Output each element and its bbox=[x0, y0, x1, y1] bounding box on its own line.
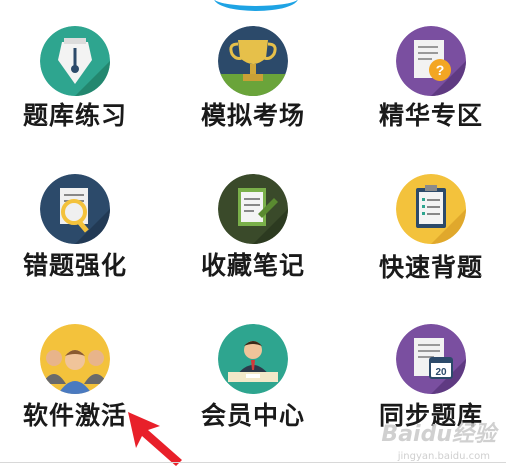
menu-item-mock-exam[interactable]: 模拟考场 bbox=[178, 26, 328, 176]
watermark-url: jingyan.baidu.com bbox=[397, 451, 490, 462]
menu-item-quick-review[interactable]: 快速背题 bbox=[356, 174, 506, 324]
menu-item-label: 会员中心 bbox=[200, 401, 305, 430]
menu-item-label: 题库练习 bbox=[22, 101, 127, 130]
calendar-day-number: 20 bbox=[435, 367, 447, 378]
menu-item-mistakes[interactable]: 错题强化 bbox=[0, 174, 150, 324]
watermark-logo: Baidu经验 bbox=[381, 422, 496, 447]
menu-item-label: 快速背题 bbox=[378, 253, 483, 282]
clipboard-checklist-icon bbox=[396, 174, 466, 244]
question-document-icon: ? bbox=[396, 26, 466, 96]
svg-text:?: ? bbox=[436, 62, 445, 78]
trophy-icon bbox=[218, 26, 288, 96]
menu-item-highlights[interactable]: ? 精华专区 bbox=[356, 26, 506, 176]
menu-item-member-center[interactable]: 会员中心 bbox=[178, 324, 328, 474]
feature-grid: 题库练习 模拟考场 ? 精华专区 错题强化 收藏笔记 快速背题 软件激活 会员中… bbox=[0, 0, 506, 466]
menu-item-label: 收藏笔记 bbox=[200, 251, 305, 280]
red-arrow-annotation bbox=[128, 412, 182, 466]
menu-item-label: 精华专区 bbox=[378, 101, 483, 130]
menu-item-practice[interactable]: 题库练习 bbox=[0, 26, 150, 176]
calendar-document-icon: 20 bbox=[396, 324, 466, 394]
notebook-pen-icon bbox=[218, 174, 288, 244]
people-group-icon bbox=[40, 324, 110, 394]
magnifier-document-icon bbox=[40, 174, 110, 244]
menu-item-favorites[interactable]: 收藏笔记 bbox=[178, 174, 328, 324]
menu-item-label: 错题强化 bbox=[22, 251, 127, 280]
bottom-divider bbox=[0, 462, 506, 463]
fountain-pen-icon bbox=[40, 26, 110, 96]
menu-item-label: 模拟考场 bbox=[200, 101, 305, 130]
member-person-icon bbox=[218, 324, 288, 394]
